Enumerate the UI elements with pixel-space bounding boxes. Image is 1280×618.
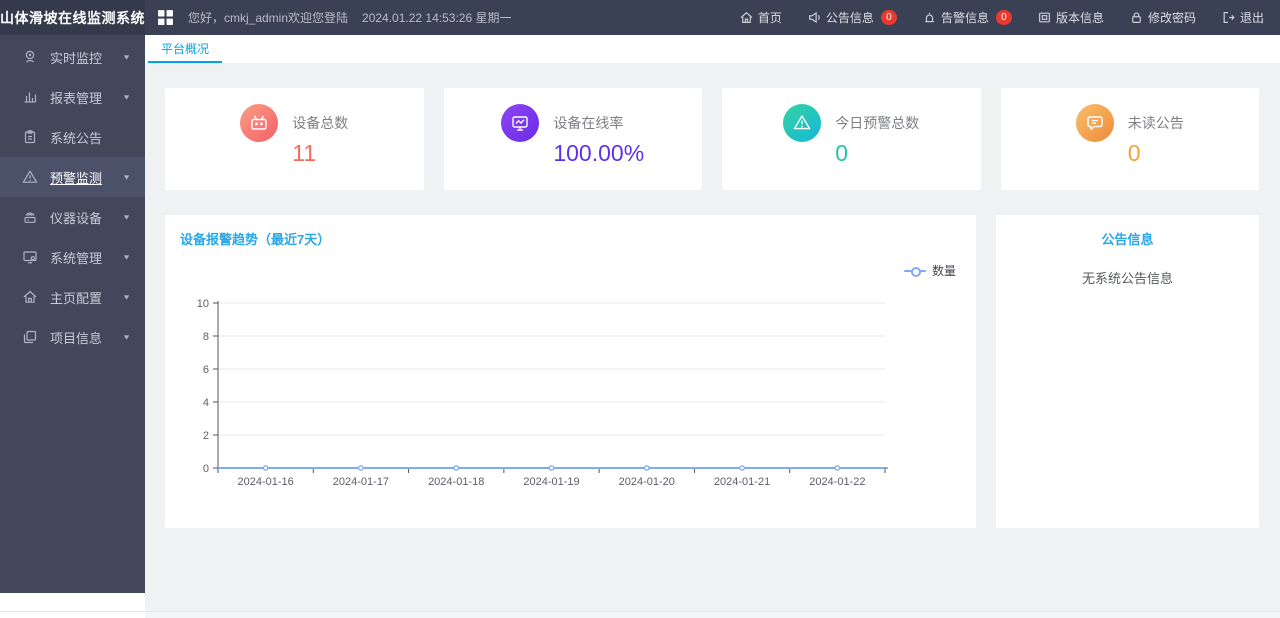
stat-label: 今日预警总数	[835, 115, 920, 131]
sidebar-item-label: 项目信息	[50, 330, 103, 346]
sidebar-item-label: 仪器设备	[50, 210, 103, 226]
online-rate-icon	[501, 104, 540, 142]
webcam-icon	[22, 49, 38, 65]
project-icon	[22, 329, 38, 345]
header-nav: 首页 公告信息 0 告警信息 0 版本信息 修改密码 退出	[740, 0, 1280, 35]
sidebar-item-project-info[interactable]: 项目信息 ▼	[0, 317, 145, 357]
nav-announcements[interactable]: 公告信息 0	[808, 9, 897, 26]
stat-value: 100.00%	[553, 140, 645, 166]
nav-home-label: 首页	[757, 11, 782, 25]
stat-cards-row: 设备总数 11 设备在线率 100.00% 今日预警总数 0 未读公告 0	[165, 88, 1259, 190]
announcement-panel-title: 公告信息	[1101, 232, 1154, 247]
chevron-down-icon: ▼	[122, 213, 131, 221]
stat-value: 11	[292, 140, 317, 166]
svg-text:2024-01-17: 2024-01-17	[333, 476, 389, 488]
homepage-icon	[22, 289, 38, 305]
svg-text:8: 8	[203, 331, 209, 343]
svg-text:6: 6	[203, 364, 209, 376]
bottom-strip	[145, 612, 1280, 618]
datetime-text: 2024.01.22 14:53:26 星期一	[362, 11, 512, 25]
svg-text:2024-01-16: 2024-01-16	[238, 476, 294, 488]
svg-text:2: 2	[203, 430, 209, 442]
notice-icon	[22, 129, 38, 145]
stat-card-today-warnings: 今日预警总数 0	[722, 88, 981, 190]
today-warning-icon	[783, 104, 822, 142]
sidebar-toggle-icon[interactable]	[157, 9, 174, 26]
sidebar-item-homepage-config[interactable]: 主页配置 ▼	[0, 277, 145, 317]
sidebar-item-instruments[interactable]: 仪器设备 ▼	[0, 197, 145, 237]
nav-logout[interactable]: 退出	[1222, 9, 1264, 26]
tab-platform-overview[interactable]: 平台概况	[148, 35, 223, 63]
alarm-trend-panel: 设备报警趋势（最近7天） 数量 0 2 4 6 8 10 2024-01-16 2024-01…	[165, 215, 976, 528]
version-icon	[1038, 11, 1051, 24]
header-left: 您好，cmkj_admin欢迎您登陆 2024.01.22 14:53:26 星…	[145, 0, 740, 35]
sidebar-item-label: 系统公告	[50, 130, 103, 146]
nav-alerts[interactable]: 告警信息 0	[923, 9, 1012, 26]
instrument-icon	[22, 209, 38, 225]
sidebar: 实时监控 ▼ 报表管理 ▼ 系统公告 预警监测 ▼ 仪器设备 ▼ 系统管理 ▼	[0, 35, 145, 593]
nav-change-password-label: 修改密码	[1147, 11, 1196, 25]
sidebar-item-label: 实时监控	[50, 50, 103, 66]
alarm-trend-chart[interactable]: 0 2 4 6 8 10 2024-01-16 2024-01-17 2024-01-18 202…	[165, 215, 976, 528]
logout-icon	[1222, 11, 1235, 24]
landslide-monitoring-app: 山体滑坡在线监测系统 您好，cmkj_admin欢迎您登陆 2024.01.22…	[0, 0, 1280, 618]
report-icon	[22, 89, 38, 105]
announcement-empty-text: 无系统公告信息	[1081, 271, 1173, 286]
svg-text:2024-01-19: 2024-01-19	[523, 476, 579, 488]
sidebar-item-warning-monitor[interactable]: 预警监测 ▼	[0, 157, 145, 197]
chevron-down-icon: ▼	[122, 253, 131, 261]
sidebar-item-label: 报表管理	[50, 90, 103, 106]
sidebar-item-label: 主页配置	[50, 290, 103, 306]
stat-value: 0	[835, 140, 849, 166]
tab-bar: 平台概况	[145, 35, 1280, 63]
sidebar-item-realtime-monitor[interactable]: 实时监控 ▼	[0, 37, 145, 77]
unread-notice-icon	[1075, 104, 1114, 142]
nav-home[interactable]: 首页	[740, 9, 782, 26]
svg-text:2024-01-20: 2024-01-20	[619, 476, 675, 488]
greeting-text: 您好，cmkj_admin欢迎您登陆	[188, 11, 349, 25]
svg-text:2024-01-22: 2024-01-22	[809, 476, 865, 488]
svg-text:10: 10	[197, 298, 209, 310]
stat-label: 未读公告	[1127, 115, 1184, 131]
svg-text:0: 0	[203, 463, 209, 475]
sidebar-item-label: 预警监测	[50, 170, 103, 186]
chevron-down-icon: ▼	[122, 93, 131, 101]
sidebar-item-label: 系统管理	[50, 250, 103, 266]
password-lock-icon	[1130, 11, 1143, 24]
stat-label: 设备在线率	[553, 115, 624, 131]
stat-card-unread-notices: 未读公告 0	[1000, 88, 1259, 190]
stat-value: 0	[1127, 140, 1141, 166]
chevron-down-icon: ▼	[122, 173, 131, 181]
nav-version-label: 版本信息	[1055, 11, 1104, 25]
stat-card-device-total: 设备总数 11	[165, 88, 424, 190]
svg-text:2024-01-21: 2024-01-21	[714, 476, 770, 488]
app-title: 山体滑坡在线监测系统	[0, 0, 145, 35]
announcement-icon	[808, 11, 821, 24]
stat-card-online-rate: 设备在线率 100.00%	[443, 88, 702, 190]
chevron-down-icon: ▼	[122, 293, 131, 301]
nav-alerts-label: 告警信息	[940, 11, 989, 25]
svg-text:4: 4	[203, 397, 209, 409]
chevron-down-icon: ▼	[122, 333, 131, 341]
system-icon	[22, 249, 38, 265]
device-total-icon	[240, 104, 279, 142]
announcement-panel: 公告信息 无系统公告信息	[996, 215, 1259, 528]
nav-change-password[interactable]: 修改密码	[1130, 9, 1196, 26]
warning-icon	[22, 169, 38, 185]
nav-announcements-label: 公告信息	[825, 11, 874, 25]
alarm-icon	[923, 11, 936, 24]
top-header: 山体滑坡在线监测系统 您好，cmkj_admin欢迎您登陆 2024.01.22…	[0, 0, 1280, 35]
announcement-count-badge: 0	[880, 10, 897, 25]
nav-logout-label: 退出	[1239, 11, 1264, 25]
sidebar-item-report-management[interactable]: 报表管理 ▼	[0, 77, 145, 117]
below-sidebar-area	[0, 593, 145, 618]
sidebar-item-system-management[interactable]: 系统管理 ▼	[0, 237, 145, 277]
nav-version[interactable]: 版本信息	[1038, 9, 1104, 26]
chevron-down-icon: ▼	[122, 53, 131, 61]
home-icon	[740, 11, 753, 24]
stat-label: 设备总数	[292, 115, 349, 131]
sidebar-item-system-notice[interactable]: 系统公告	[0, 117, 145, 157]
alert-count-badge: 0	[995, 10, 1012, 25]
svg-text:2024-01-18: 2024-01-18	[428, 476, 484, 488]
